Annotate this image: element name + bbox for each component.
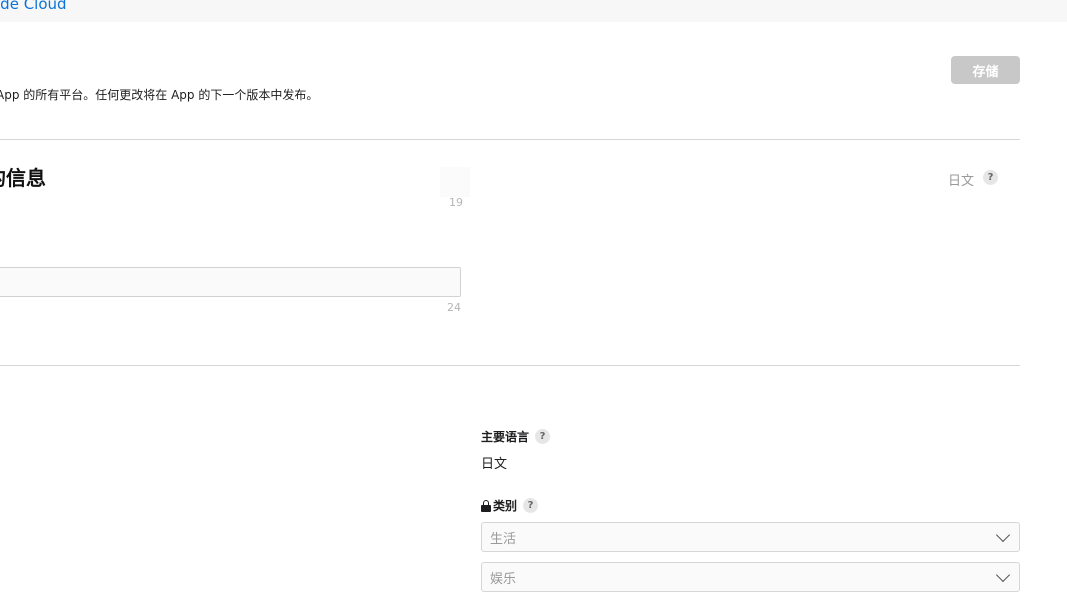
primary-language-label: 主要语言 ?: [481, 428, 550, 445]
localizable-info-title: 的信息: [0, 162, 46, 191]
chevron-down-icon: [996, 568, 1010, 582]
subtitle-char-counter: 24: [447, 301, 461, 314]
app-info-description: App 的所有平台。任何更改将在 App 的下一个版本中发布。: [0, 86, 318, 103]
category-label-text: 类别: [493, 497, 517, 514]
chevron-down-icon: [996, 528, 1010, 542]
subtitle-input[interactable]: [0, 267, 461, 297]
primary-language-label-text: 主要语言: [481, 428, 529, 445]
top-bar: ode Cloud: [0, 0, 1067, 22]
primary-language-value: 日文: [481, 453, 507, 472]
divider-top: [0, 139, 1020, 140]
lock-icon: [481, 500, 491, 512]
name-char-counter: 19: [449, 196, 463, 209]
primary-category-select[interactable]: 生活: [481, 522, 1020, 552]
faint-decoration: [440, 167, 470, 197]
help-icon[interactable]: ?: [535, 429, 550, 444]
divider-middle: [0, 365, 1020, 366]
xcode-cloud-link[interactable]: ode Cloud: [0, 0, 67, 13]
primary-category-value: 生活: [490, 528, 516, 547]
help-icon[interactable]: ?: [523, 498, 538, 513]
secondary-category-select[interactable]: 娱乐: [481, 562, 1020, 592]
localization-language[interactable]: 日文: [948, 170, 974, 189]
help-icon[interactable]: ?: [983, 170, 998, 185]
category-label: 类别 ?: [481, 497, 538, 514]
secondary-category-value: 娱乐: [490, 568, 516, 587]
save-button[interactable]: 存储: [951, 56, 1020, 84]
